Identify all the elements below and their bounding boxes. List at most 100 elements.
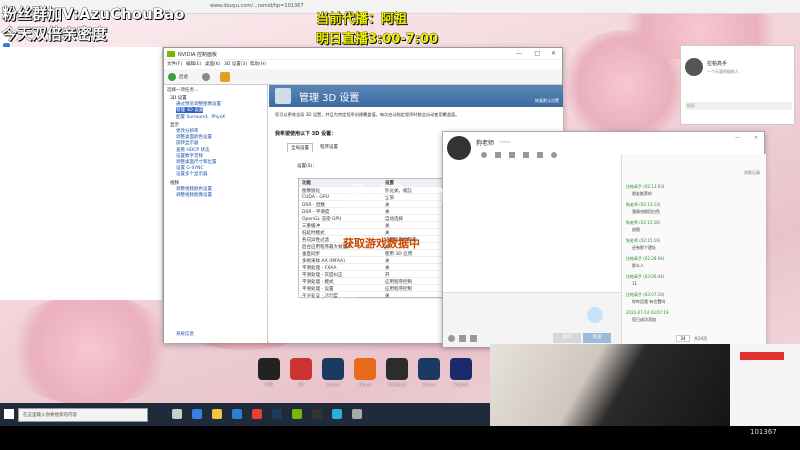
- tree-item[interactable]: 调整视频颜色设置: [176, 186, 212, 192]
- menu-bar: 文件(F) 编辑(E) 桌面(K) 3D 设置(3) 帮助(H): [164, 60, 562, 69]
- scissors-icon[interactable]: [459, 335, 466, 342]
- tree-item[interactable]: 旋转显示器: [176, 140, 199, 146]
- menu-file[interactable]: 文件(F): [167, 61, 182, 67]
- wegame-icon[interactable]: [386, 358, 408, 380]
- tab-program-settings[interactable]: 程序设置: [317, 143, 341, 151]
- send-button[interactable]: 发送: [583, 333, 611, 343]
- tree-item[interactable]: 查看 HDCP 状态: [176, 147, 210, 153]
- file-icon[interactable]: [523, 152, 529, 158]
- windows-taskbar: 在这里输入你要搜索的内容: [0, 403, 490, 426]
- avatar[interactable]: [685, 58, 703, 76]
- task-heading: 选择一项任务...: [167, 88, 199, 93]
- minimize-icon[interactable]: —: [516, 50, 522, 57]
- desktop-icon-label: B4: [298, 382, 304, 387]
- forward-icon[interactable]: [202, 73, 210, 81]
- image-icon[interactable]: [470, 335, 477, 342]
- edge-icon[interactable]: [192, 409, 202, 419]
- qq-search-input[interactable]: 搜索: [685, 102, 792, 110]
- tree-item[interactable]: 配置 Surround、PhysX: [176, 114, 225, 120]
- contact-avatar[interactable]: [447, 136, 471, 160]
- screen-icon[interactable]: [537, 152, 543, 158]
- url-text[interactable]: www.douyu.com/...ramid/hp=101367: [210, 3, 304, 9]
- contact-status: Online: [499, 140, 511, 144]
- logo-banner: [740, 352, 784, 360]
- tree-item[interactable]: 更改分辨率: [176, 128, 199, 134]
- desktop-icon-label: English: [453, 382, 469, 387]
- tree-category[interactable]: 视频: [170, 180, 179, 186]
- page-input[interactable]: 24: [676, 335, 690, 342]
- tree-category[interactable]: 显示: [170, 122, 179, 128]
- steam-icon[interactable]: [322, 358, 344, 380]
- tree-item[interactable]: 设置多个显示器: [176, 171, 208, 177]
- window-title: NVIDIA 控制面板: [178, 52, 217, 58]
- browser-icon[interactable]: [232, 409, 242, 419]
- history-link[interactable]: 消息记录: [744, 170, 760, 176]
- obs-icon[interactable]: [312, 409, 322, 419]
- folder-icon[interactable]: [212, 409, 222, 419]
- message-meta: 拉帕高手 (02:13:03): [626, 184, 665, 189]
- contact-name: 狗老师: [476, 140, 495, 147]
- close-icon[interactable]: ✕: [551, 50, 556, 57]
- background-window: [0, 47, 163, 300]
- voice-icon[interactable]: [587, 307, 603, 323]
- app-icon[interactable]: [290, 358, 312, 380]
- home-icon[interactable]: [220, 72, 230, 82]
- task-sidebar: 选择一项任务... 3D 设置 通过预览调整图像设置 管理 3D 设置 配置 Surr…: [164, 85, 268, 343]
- obs-icon[interactable]: [258, 358, 280, 380]
- feature-cell: CUDA - GPU: [302, 194, 329, 200]
- profile-signature: 一个乐观积极的人: [707, 69, 739, 74]
- restore-defaults-link[interactable]: 恢复默认设置: [535, 98, 559, 104]
- menu-help[interactable]: 帮助(H): [250, 61, 266, 67]
- back-button[interactable]: 后退: [179, 74, 188, 80]
- page-total: 共24页: [694, 336, 708, 341]
- close-button[interactable]: 关闭: [553, 333, 581, 343]
- steam-icon[interactable]: [272, 409, 282, 419]
- close-icon[interactable]: ✕: [754, 135, 758, 141]
- maximize-icon[interactable]: □: [534, 50, 540, 57]
- steam-icon[interactable]: [418, 358, 440, 380]
- search-placeholder: 在这里输入你要搜索的内容: [23, 413, 77, 418]
- more-icon[interactable]: [551, 152, 557, 158]
- message-meta: 狗老师 (02:15:19): [626, 238, 661, 243]
- tree-item[interactable]: 设置 G-SYNC: [176, 165, 204, 171]
- tree-item[interactable]: 调整视频图像设置: [176, 192, 212, 198]
- app-icon[interactable]: [352, 409, 362, 419]
- app-icon[interactable]: [252, 409, 262, 419]
- overlay-fan-group: 粉丝群加V:AzuChouBao: [2, 5, 185, 24]
- profile-name: 拉帕高手: [707, 61, 728, 67]
- emoji-icon[interactable]: [448, 335, 455, 342]
- task-view-icon[interactable]: [172, 409, 182, 419]
- chat-window: 狗老师 Online — ✕ 消息记录 拉帕高手 (02:13:03) 朋友推荐的…: [442, 131, 766, 347]
- tree-item[interactable]: 通过预览调整图像设置: [176, 101, 221, 107]
- message-text: 我刚也换回白色: [632, 209, 660, 214]
- minimize-icon[interactable]: —: [735, 135, 740, 141]
- tree-category[interactable]: 3D 设置: [170, 95, 187, 101]
- taskbar-search[interactable]: 在这里输入你要搜索的内容: [18, 408, 148, 422]
- qq-icon[interactable]: [332, 409, 342, 419]
- tree-item[interactable]: 设置数字音频: [176, 153, 203, 159]
- nvidia-icon[interactable]: [292, 409, 302, 419]
- settings-label: 设置(S)：: [297, 164, 317, 169]
- video-icon[interactable]: [495, 152, 501, 158]
- share-icon[interactable]: [509, 152, 515, 158]
- call-icon[interactable]: [481, 152, 487, 158]
- desktop-icon-label: WeGame: [387, 382, 407, 387]
- tree-item[interactable]: 调整桌面尺寸和位置: [176, 159, 217, 165]
- english-app-icon[interactable]: [450, 358, 472, 380]
- tab-global-settings[interactable]: 全局设置: [287, 143, 313, 152]
- game-icon[interactable]: [354, 358, 376, 380]
- column-feature: 功能: [302, 181, 311, 186]
- menu-3d[interactable]: 3D 设置(3): [224, 61, 247, 67]
- overlay-current-host: 当前代播：阿祖: [316, 12, 408, 28]
- message-input-area[interactable]: 关闭 发送: [443, 292, 621, 347]
- window-titlebar[interactable]: NVIDIA 控制面板 — □ ✕: [164, 48, 562, 60]
- menu-edit[interactable]: 编辑(E): [186, 61, 201, 67]
- system-info-link[interactable]: 系统信息: [176, 331, 194, 337]
- tree-item[interactable]: 管理 3D 设置: [176, 107, 204, 114]
- message-text: 你咋回我 有位置吗: [632, 299, 666, 304]
- menu-desktop[interactable]: 桌面(K): [205, 61, 220, 67]
- windows-start-icon[interactable]: [4, 409, 14, 419]
- message-meta: 狗老师 (02:15:16): [626, 220, 661, 225]
- tree-item[interactable]: 调整桌面颜色设置: [176, 134, 212, 140]
- back-icon[interactable]: [168, 73, 176, 81]
